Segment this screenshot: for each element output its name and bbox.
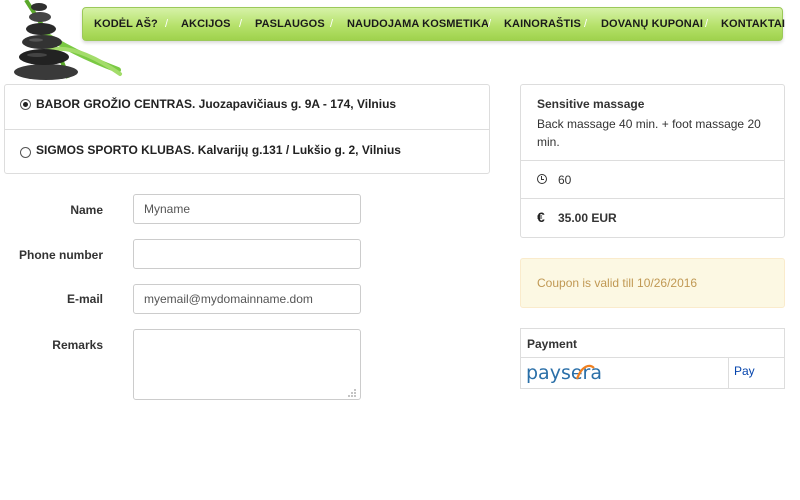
- email-label: E-mail: [66, 292, 103, 306]
- nav-item-naudojama-kosmetika[interactable]: NAUDOJAMA KOSMETIKA: [347, 8, 489, 40]
- pay-link[interactable]: Pay: [734, 364, 755, 378]
- location-option[interactable]: SIGMOS SPORTO KLUBAS. Kalvarijų g.131 / …: [5, 129, 489, 173]
- location-radio[interactable]: [20, 147, 31, 158]
- location-option[interactable]: BABOR GROŽIO CENTRAS. Juozapavičiaus g. …: [5, 85, 489, 129]
- divider: [521, 160, 784, 161]
- email-input[interactable]: [133, 284, 361, 314]
- divider: [728, 357, 729, 388]
- nav-item-kainorastis[interactable]: KAINORAŠTIS: [504, 8, 581, 40]
- price-value: 35.00 EUR: [558, 211, 617, 225]
- nav-separator: /: [584, 18, 588, 30]
- nav-item-kontaktai[interactable]: KONTAKTAI: [721, 8, 785, 40]
- euro-icon: €: [537, 209, 545, 225]
- nav-item-akcijos[interactable]: AKCIJOS: [181, 8, 231, 40]
- location-label: BABOR GROŽIO CENTRAS. Juozapavičiaus g. …: [36, 97, 397, 111]
- phone-label: Phone number: [18, 248, 103, 262]
- nav-item-dovanu-kuponai[interactable]: DOVANŲ KUPONAI: [601, 8, 703, 40]
- name-label: Name: [70, 203, 103, 217]
- name-input[interactable]: [133, 194, 361, 224]
- duration-value: 60: [558, 173, 572, 187]
- remarks-textarea[interactable]: [133, 329, 361, 400]
- nav-separator: /: [705, 18, 709, 30]
- service-description: Back massage 40 min. + foot massage 20 m…: [537, 117, 761, 149]
- remarks-label: Remarks: [52, 338, 103, 352]
- resize-handle-icon[interactable]: [347, 388, 357, 397]
- clock-icon: [537, 174, 547, 184]
- paysera-logo[interactable]: paysera: [526, 362, 628, 384]
- coupon-validity-alert: Coupon is valid till 10/26/2016: [520, 258, 785, 308]
- location-list: BABOR GROŽIO CENTRAS. Juozapavičiaus g. …: [4, 84, 490, 174]
- nav-separator: /: [239, 18, 243, 30]
- nav-separator: /: [488, 18, 492, 30]
- location-radio-selected[interactable]: [20, 99, 31, 110]
- service-title: Sensitive massage: [537, 97, 645, 111]
- divider: [521, 357, 784, 358]
- service-summary-panel: Sensitive massage Back massage 40 min. +…: [520, 84, 785, 238]
- payment-heading: Payment: [527, 337, 578, 351]
- divider: [521, 198, 784, 199]
- nav-item-kodel-as[interactable]: KODĖL AŠ?: [94, 8, 158, 40]
- nav-item-paslaugos[interactable]: PASLAUGOS: [255, 8, 325, 40]
- phone-input[interactable]: [133, 239, 361, 269]
- nav-separator: /: [330, 18, 334, 30]
- main-nav-bar: KODĖL AŠ? / AKCIJOS / PASLAUGOS / NAUDOJ…: [82, 7, 785, 41]
- location-label: SIGMOS SPORTO KLUBAS. Kalvarijų g.131 / …: [36, 143, 401, 157]
- payment-table: Payment paysera Pay: [520, 328, 785, 389]
- nav-separator: /: [165, 18, 169, 30]
